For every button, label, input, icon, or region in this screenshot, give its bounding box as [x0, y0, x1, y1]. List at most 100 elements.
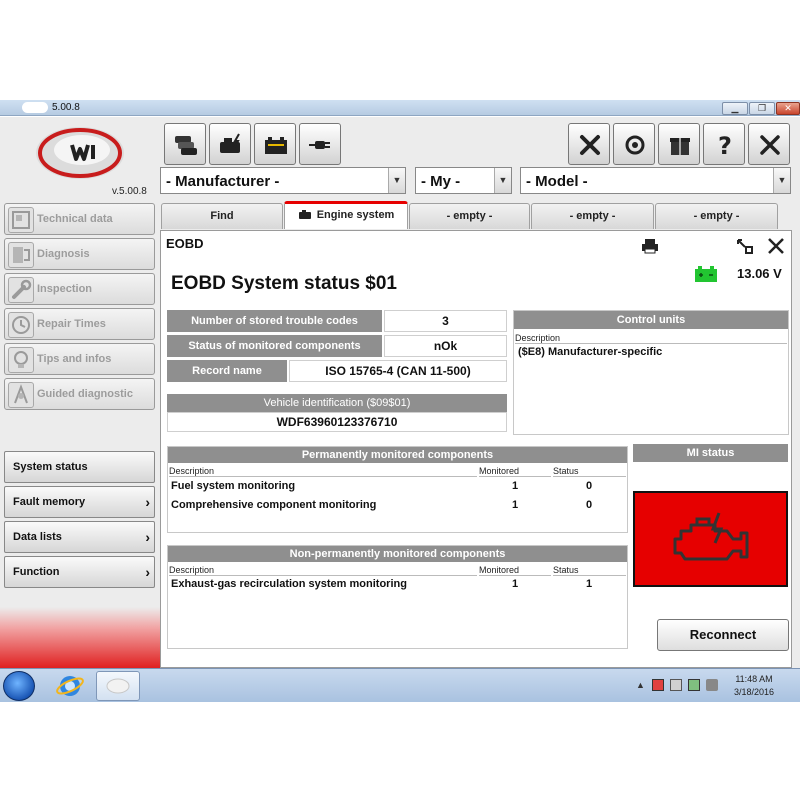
- device-icon[interactable]: [670, 679, 682, 691]
- record-name-label: Record name: [167, 360, 287, 382]
- nav-diagnosis[interactable]: Diagnosis: [4, 238, 155, 270]
- wrench-icon: [8, 277, 34, 303]
- maximize-button[interactable]: ❐: [749, 102, 775, 115]
- chevron-up-icon[interactable]: ▲: [636, 680, 648, 692]
- fault-memory-button[interactable]: Fault memory ›: [4, 486, 155, 518]
- vehicle-id-value: WDF63960123376710: [167, 412, 507, 432]
- exit-button[interactable]: [748, 123, 790, 165]
- connector-button[interactable]: [299, 123, 341, 165]
- mi-status-title: MI status: [633, 444, 788, 462]
- battery-icon: [265, 137, 287, 154]
- guided-diagnostic-icon: [8, 382, 34, 408]
- app-window: v.5.00.8 Technical data Diagnosis Inspec…: [0, 117, 800, 668]
- function-label: System status: [13, 461, 88, 473]
- tab-find[interactable]: Find: [161, 203, 283, 229]
- nav-repair-times[interactable]: Repair Times: [4, 308, 155, 340]
- function-button[interactable]: Function ›: [4, 556, 155, 588]
- restore-icon[interactable]: [736, 238, 754, 254]
- nav-label: Repair Times: [37, 318, 106, 330]
- model-year-select[interactable]: - My - ▼: [415, 167, 512, 194]
- help-icon: ?: [718, 132, 732, 159]
- volume-icon[interactable]: [706, 679, 718, 691]
- column-header-status: Status: [553, 564, 626, 576]
- app-title-icon: [22, 102, 48, 113]
- manufacturer-select[interactable]: - Manufacturer - ▼: [160, 167, 406, 194]
- content-panel: EOBD EOBD System status $01 13.06 V Numb…: [160, 230, 792, 668]
- print-icon[interactable]: [641, 238, 659, 254]
- model-year-value: - My -: [421, 173, 461, 190]
- gift-icon: [670, 138, 690, 155]
- tab-empty-2[interactable]: - empty -: [531, 203, 654, 229]
- app-version: v.5.00.8: [112, 186, 147, 197]
- list-item[interactable]: ($E8) Manufacturer-specific: [518, 346, 662, 358]
- nav-inspection[interactable]: Inspection: [4, 273, 155, 305]
- window-close-button[interactable]: ✕: [776, 102, 800, 115]
- minimize-button[interactable]: ▁: [722, 102, 748, 115]
- non-permanent-components-title: Non-permanently monitored components: [168, 546, 627, 562]
- function-label: Data lists: [13, 531, 62, 543]
- column-header-description: Description: [169, 465, 477, 477]
- table-cell-status: 1: [586, 578, 593, 590]
- cars-icon: [175, 136, 197, 155]
- taskbar-app-button[interactable]: [96, 671, 140, 701]
- nav-tips-and-infos[interactable]: Tips and infos: [4, 343, 155, 375]
- tab-empty-1[interactable]: - empty -: [409, 203, 530, 229]
- taskbar: ▲ 11:48 AM 3/18/2016: [0, 668, 800, 702]
- chevron-down-icon[interactable]: ▼: [494, 168, 511, 193]
- help-button[interactable]: ?: [703, 123, 745, 165]
- nav-technical-data[interactable]: Technical data: [4, 203, 155, 235]
- stored-codes-value: 3: [384, 310, 507, 332]
- chevron-down-icon[interactable]: ▼: [773, 168, 790, 193]
- start-button[interactable]: [3, 671, 35, 701]
- tab-label: Engine system: [316, 209, 395, 221]
- monitored-status-value: nOk: [384, 335, 507, 357]
- plug-icon: [309, 141, 330, 149]
- tab-engine-system[interactable]: Engine system: [284, 201, 408, 229]
- nav-label: Tips and infos: [37, 353, 112, 365]
- clock-icon: [8, 312, 34, 338]
- sidebar-red-gradient: [0, 607, 160, 668]
- title-bar: 5.00.8 ▁ ❐ ✕: [0, 100, 800, 116]
- engine-fault-button[interactable]: [209, 123, 251, 165]
- battery-icon: [695, 266, 717, 282]
- engine-icon: [298, 210, 311, 219]
- chevron-right-icon: ›: [145, 564, 150, 580]
- network-icon[interactable]: [688, 679, 700, 691]
- permanent-components-title: Permanently monitored components: [168, 447, 627, 463]
- brand-logo: [36, 127, 124, 179]
- monitored-status-label: Status of monitored components: [167, 335, 382, 357]
- lightbulb-icon: [8, 347, 34, 373]
- stored-codes-label: Number of stored trouble codes: [167, 310, 382, 332]
- control-units-panel: Control units Description ($E8) Manufact…: [513, 310, 789, 435]
- permanent-components-panel: Permanently monitored components Descrip…: [167, 446, 628, 533]
- model-select[interactable]: - Model - ▼: [520, 167, 791, 194]
- chevron-down-icon[interactable]: ▼: [388, 168, 405, 193]
- data-lists-button[interactable]: Data lists ›: [4, 521, 155, 553]
- battery-button[interactable]: [254, 123, 296, 165]
- flag-icon[interactable]: [652, 679, 664, 691]
- table-cell-monitored: 1: [512, 578, 519, 590]
- table-cell-monitored: 1: [512, 499, 519, 511]
- mi-status-indicator: [633, 491, 788, 587]
- close-icon[interactable]: [767, 237, 785, 255]
- clock-time[interactable]: 11:48 AM: [724, 674, 784, 684]
- tab-empty-3[interactable]: - empty -: [655, 203, 778, 229]
- settings-button[interactable]: [568, 123, 610, 165]
- system-status-button[interactable]: System status: [4, 451, 155, 483]
- clock-date[interactable]: 3/18/2016: [724, 687, 784, 697]
- table-cell-description: Fuel system monitoring: [171, 480, 296, 492]
- internet-explorer-icon[interactable]: [50, 672, 90, 700]
- column-header-monitored: Monitored: [479, 564, 551, 576]
- engine-icon: [220, 133, 240, 153]
- gift-button[interactable]: [658, 123, 700, 165]
- reconnect-button[interactable]: Reconnect: [657, 619, 789, 651]
- title-version: 5.00.8: [52, 102, 80, 113]
- vehicles-button[interactable]: [164, 123, 206, 165]
- model-value: - Model -: [526, 173, 588, 190]
- engine-warning-icon: [673, 512, 749, 561]
- column-header-description: Description: [515, 332, 787, 344]
- nav-guided-diagnostic[interactable]: Guided diagnostic: [4, 378, 155, 410]
- update-button[interactable]: [613, 123, 655, 165]
- refresh-icon: [625, 135, 645, 155]
- column-header-status: Status: [553, 465, 626, 477]
